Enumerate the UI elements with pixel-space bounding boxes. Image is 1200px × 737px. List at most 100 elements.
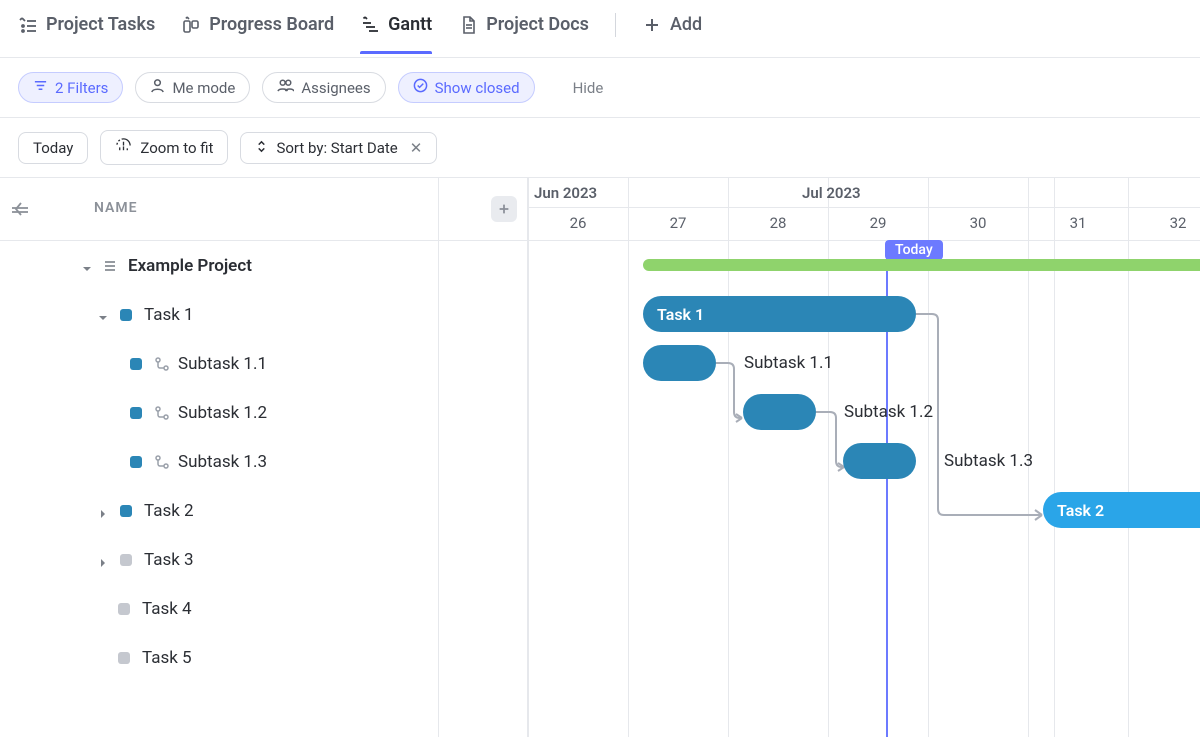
zoom-fit-button[interactable]: Zoom to fit <box>100 130 228 165</box>
week-label: 29 <box>828 214 928 232</box>
today-label: Today <box>33 139 73 157</box>
tab-label: Project Tasks <box>46 14 155 35</box>
status-square-icon <box>120 309 132 321</box>
task-bar[interactable] <box>843 443 916 479</box>
week-label: 27 <box>628 214 728 232</box>
collapse-all-icon[interactable] <box>8 198 30 220</box>
week-label: 28 <box>728 214 828 232</box>
status-square-icon <box>130 358 142 370</box>
summary-bar[interactable] <box>643 259 1200 271</box>
bar-row-sub12: Subtask 1.2 <box>528 388 1200 437</box>
assignees-label: Assignees <box>301 79 370 97</box>
filters-pill[interactable]: 2 Filters <box>18 72 123 103</box>
bar-row-task2: Task 2 <box>528 486 1200 535</box>
row-label: Subtask 1.1 <box>178 354 267 374</box>
row-label: Task 1 <box>144 305 194 325</box>
show-closed-label: Show closed <box>435 79 520 97</box>
tab-gantt[interactable]: Gantt <box>360 14 432 53</box>
add-view-button[interactable]: Add <box>642 14 702 53</box>
add-view-label: Add <box>670 14 702 35</box>
row-label: Subtask 1.3 <box>178 452 267 472</box>
gantt-area: NAME Example Project Task 1 <box>0 177 1200 737</box>
task-bar[interactable] <box>743 394 816 430</box>
people-icon <box>277 78 294 97</box>
filter-bar: 2 Filters Me mode Assignees Show closed … <box>0 58 1200 118</box>
task-bar[interactable] <box>643 345 716 381</box>
person-icon <box>150 78 165 97</box>
list-row-sub12[interactable]: Subtask 1.2 <box>0 388 527 437</box>
row-label: Task 3 <box>144 550 194 570</box>
subtask-icon <box>154 356 170 372</box>
list-row-sub13[interactable]: Subtask 1.3 <box>0 437 527 486</box>
clear-sort-icon[interactable]: ✕ <box>410 139 423 157</box>
sort-label: Sort by: Start Date <box>276 139 397 157</box>
bar-label: Task 2 <box>1057 501 1104 520</box>
tab-label: Progress Board <box>209 14 334 35</box>
check-circle-icon <box>413 78 428 97</box>
zoom-fit-label: Zoom to fit <box>140 139 213 157</box>
gantt-list-icon <box>18 15 38 35</box>
bar-label: Subtask 1.1 <box>744 353 833 373</box>
bar-label: Subtask 1.3 <box>944 451 1033 471</box>
filter-icon <box>33 78 48 97</box>
subtask-icon <box>154 405 170 421</box>
caret-right-icon[interactable] <box>98 505 110 517</box>
status-square-icon <box>130 456 142 468</box>
caret-down-icon[interactable] <box>82 260 94 272</box>
tab-project-tasks[interactable]: Project Tasks <box>18 14 155 53</box>
zoom-fit-icon <box>115 137 132 158</box>
bar-row-sub13: Subtask 1.3 <box>528 437 1200 486</box>
bar-label: Subtask 1.2 <box>844 402 933 422</box>
me-mode-pill[interactable]: Me mode <box>135 72 250 103</box>
month-label: Jul 2023 <box>802 184 861 202</box>
name-column-header: NAME <box>94 200 138 216</box>
list-row-task5[interactable]: Task 5 <box>0 633 527 682</box>
status-square-icon <box>118 603 130 615</box>
bar-row-task1: Task 1 <box>528 290 1200 339</box>
tab-separator <box>615 13 616 37</box>
list-icon <box>102 258 118 274</box>
view-tabs: Project Tasks Progress Board Gantt Proje… <box>0 0 1200 58</box>
row-label: Subtask 1.2 <box>178 403 267 423</box>
hide-button[interactable]: Hide <box>573 79 604 97</box>
task-bar[interactable]: Task 1 <box>643 296 916 332</box>
status-square-icon <box>130 407 142 419</box>
bar-row-sub11: Subtask 1.1 <box>528 339 1200 388</box>
show-closed-pill[interactable]: Show closed <box>398 72 535 103</box>
month-label: Jun 2023 <box>534 184 597 202</box>
week-label: 30 <box>928 214 1028 232</box>
status-square-icon <box>120 505 132 517</box>
row-label: Task 5 <box>142 648 192 668</box>
add-column-button[interactable] <box>491 196 517 222</box>
board-icon <box>181 15 201 35</box>
list-row-task4[interactable]: Task 4 <box>0 584 527 633</box>
bar-row-project <box>528 241 1200 290</box>
row-label: Task 2 <box>144 501 194 521</box>
sort-button[interactable]: Sort by: Start Date ✕ <box>240 132 437 164</box>
list-row-task3[interactable]: Task 3 <box>0 535 527 584</box>
filters-label: 2 Filters <box>55 79 108 97</box>
assignees-pill[interactable]: Assignees <box>262 72 385 103</box>
task-list-panel: NAME Example Project Task 1 <box>0 178 528 737</box>
status-square-icon <box>118 652 130 664</box>
list-row-sub11[interactable]: Subtask 1.1 <box>0 339 527 388</box>
caret-down-icon[interactable] <box>98 309 110 321</box>
list-row-task2[interactable]: Task 2 <box>0 486 527 535</box>
tab-project-docs[interactable]: Project Docs <box>458 14 589 53</box>
list-row-project[interactable]: Example Project <box>0 241 527 290</box>
task-list-header: NAME <box>0 178 527 241</box>
gantt-body: Today <box>528 241 1200 737</box>
today-button[interactable]: Today <box>18 132 88 164</box>
list-row-task1[interactable]: Task 1 <box>0 290 527 339</box>
task-bar[interactable]: Task 2 <box>1043 492 1200 528</box>
week-label: 31 <box>1028 214 1128 232</box>
gantt-toolbar: Today Zoom to fit Sort by: Start Date ✕ <box>0 118 1200 177</box>
tab-label: Project Docs <box>486 14 589 35</box>
caret-right-icon[interactable] <box>98 554 110 566</box>
gantt-chart[interactable]: Jun 2023 Jul 2023 26 27 28 29 30 31 32 T… <box>528 178 1200 737</box>
week-label: 32 <box>1128 214 1200 232</box>
status-square-icon <box>120 554 132 566</box>
subtask-icon <box>154 454 170 470</box>
tab-progress-board[interactable]: Progress Board <box>181 14 334 53</box>
bar-label: Task 1 <box>657 305 704 324</box>
